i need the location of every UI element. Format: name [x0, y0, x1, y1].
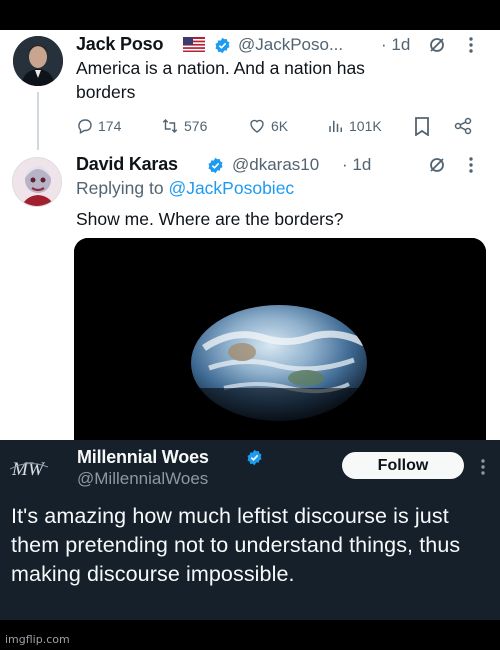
grok-icon[interactable] [428, 156, 446, 174]
verified-badge-icon [247, 449, 262, 466]
us-flag-icon [183, 37, 205, 52]
follow-button[interactable]: Follow [342, 452, 464, 479]
millennial-woes-logo[interactable]: MW [8, 451, 66, 485]
tweet2-time[interactable]: · 1d [342, 155, 371, 175]
more-options-icon[interactable] [468, 156, 474, 174]
more-options-icon[interactable] [480, 458, 486, 476]
replying-to-label: Replying to [76, 178, 164, 198]
bookmark-icon[interactable] [414, 117, 430, 136]
jack-poso-avatar[interactable] [13, 36, 63, 86]
like-button[interactable]: 6K [247, 116, 288, 136]
views-chart-icon [329, 120, 342, 132]
quote-author-name[interactable]: Millennial Woes [77, 447, 209, 468]
views-button[interactable]: 101K [327, 116, 382, 136]
reply-button[interactable]: 174 [76, 116, 121, 136]
thread-connector-line [37, 92, 39, 150]
tweet2-author-name[interactable]: David Karas [76, 154, 178, 175]
like-count: 6K [271, 118, 289, 134]
repost-count: 576 [184, 118, 208, 134]
share-icon[interactable] [453, 116, 473, 136]
logo-text: MW [11, 459, 46, 480]
tweet1-handle[interactable]: @JackPoso... [238, 35, 343, 55]
replying-to-mention[interactable]: @JackPosobiec [168, 178, 294, 198]
verified-badge-icon [208, 157, 223, 174]
reply-count: 174 [98, 118, 122, 134]
repost-button[interactable]: 576 [160, 116, 207, 136]
tweet1-time[interactable]: · 1d [381, 35, 410, 55]
tweet1-author-name[interactable]: Jack Poso [76, 34, 163, 55]
tweet1-text: America is a nation. And a nation has bo… [76, 58, 365, 102]
quote-handle[interactable]: @MillennialWoes [77, 469, 208, 489]
verified-badge-icon [215, 37, 230, 54]
more-options-icon[interactable] [468, 36, 474, 54]
top-black-bar [0, 0, 500, 30]
david-karas-avatar[interactable] [12, 157, 62, 207]
repost-icon [162, 118, 178, 134]
replying-to-line: Replying to @JackPosobiec [76, 176, 294, 200]
tweet2-handle[interactable]: @dkaras10 [232, 155, 319, 175]
grok-icon[interactable] [428, 36, 446, 54]
views-count: 101K [349, 118, 382, 134]
tweet2-text: Show me. Where are the borders? [76, 209, 344, 229]
reply-icon [78, 119, 92, 135]
quote-tweet-text: It's amazing how much leftist discourse … [11, 504, 461, 586]
imgflip-watermark: imgflip.com [5, 633, 70, 646]
earth-from-space-image[interactable] [74, 238, 486, 443]
heart-icon [250, 119, 264, 133]
